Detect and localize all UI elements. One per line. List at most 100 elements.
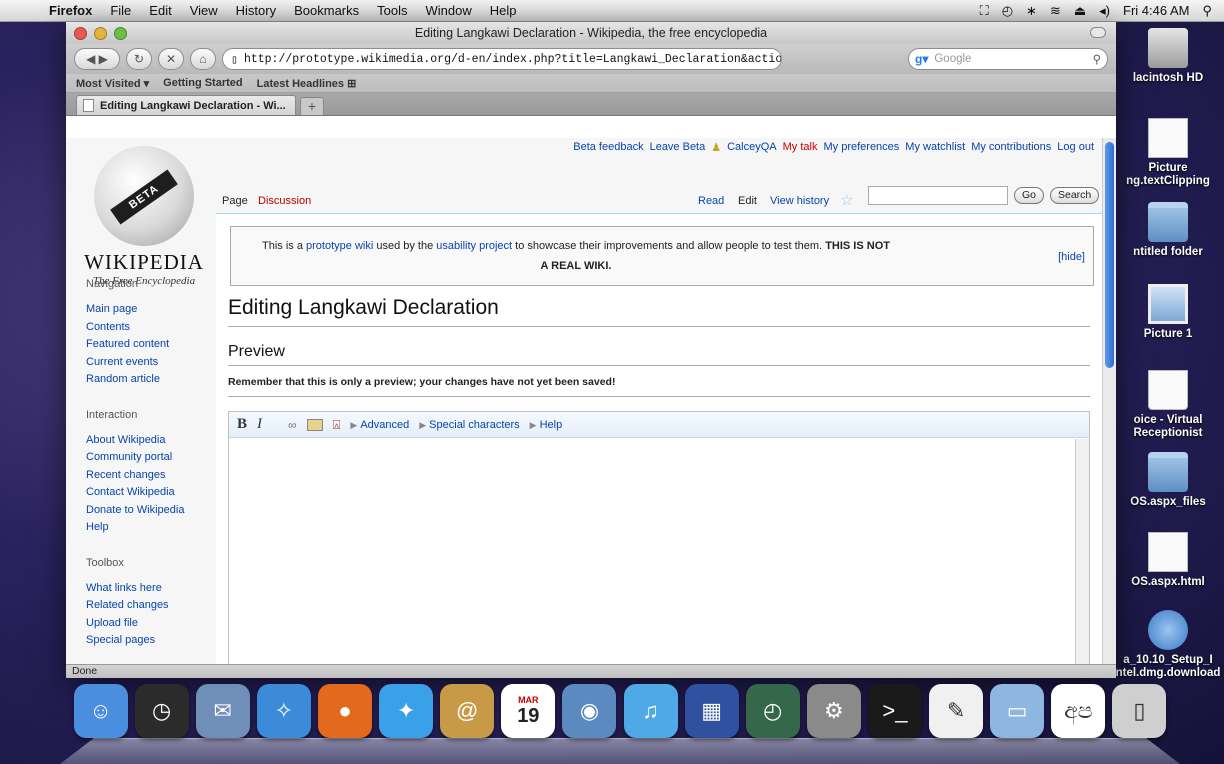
binoculars-icon[interactable]: ⛶ — [980, 3, 989, 19]
sidebar-item-special-pages[interactable]: Special pages — [86, 632, 216, 650]
reload-button[interactable]: ↻ — [126, 48, 152, 70]
textedit-icon[interactable]: ✎ — [929, 684, 984, 738]
sidebar-item-related-changes[interactable]: Related changes — [86, 597, 216, 615]
italic-button[interactable]: I — [257, 416, 262, 433]
tab-view-history[interactable]: View history — [770, 195, 829, 207]
sidebar-item-main-page[interactable]: Main page — [86, 301, 216, 319]
usability-project-link[interactable]: usability project — [436, 240, 512, 252]
sidebar-item-donate[interactable]: Donate to Wikipedia — [86, 502, 216, 520]
tab-read[interactable]: Read — [698, 195, 724, 207]
time-machine-icon[interactable]: ◴ — [745, 684, 800, 738]
sidebar-item-recent-changes[interactable]: Recent changes — [86, 467, 216, 485]
sidebar-item-contents[interactable]: Contents — [86, 319, 216, 337]
downloads-folder-icon[interactable]: ▭ — [990, 684, 1045, 738]
menu-firefox[interactable]: Firefox — [40, 3, 101, 18]
sidebar-item-community-portal[interactable]: Community portal — [86, 449, 216, 467]
address-book-icon[interactable]: @ — [440, 684, 495, 738]
zoom-window-button[interactable] — [114, 26, 127, 40]
search-placeholder[interactable]: Google — [934, 53, 971, 65]
bookmark-most-visited[interactable]: Most Visited ▾ — [76, 77, 149, 90]
page-scrollbar[interactable] — [1102, 138, 1116, 664]
desktop-icon-aspx-html[interactable]: OS.aspx.html — [1112, 532, 1224, 589]
advanced-toggle[interactable]: ▶ Advanced — [350, 419, 409, 431]
bold-button[interactable]: B — [237, 416, 247, 433]
log-out-link[interactable]: Log out — [1057, 141, 1094, 154]
textarea-scrollbar[interactable] — [1075, 439, 1089, 664]
minimize-window-button[interactable] — [94, 26, 107, 40]
help-toggle[interactable]: ▶ Help — [530, 419, 563, 431]
sidebar-item-upload-file[interactable]: Upload file — [86, 615, 216, 633]
beta-feedback-link[interactable]: Beta feedback — [573, 141, 643, 154]
sidebar-item-random-article[interactable]: Random article — [86, 371, 216, 389]
eject-icon[interactable]: ⏏ — [1074, 3, 1086, 19]
safari-icon[interactable]: ✧ — [256, 684, 311, 738]
my-watchlist-link[interactable]: My watchlist — [905, 141, 965, 154]
search-button[interactable]: Search — [1050, 187, 1100, 204]
menu-view[interactable]: View — [181, 3, 227, 18]
clock[interactable]: Fri 4:46 AM — [1123, 3, 1189, 18]
hide-notice-link[interactable]: [hide] — [1058, 251, 1085, 263]
search-bar[interactable]: g▾ Google ⚲ — [908, 48, 1108, 70]
tab-discussion[interactable]: Discussion — [258, 195, 311, 207]
wikitext-textarea[interactable] — [229, 439, 1075, 664]
spotlight-icon[interactable]: ⚲ — [1202, 3, 1212, 19]
forward-arrow-icon[interactable]: ▶ — [99, 52, 108, 66]
mail-icon[interactable]: ✉ — [195, 684, 250, 738]
dashboard-icon[interactable]: ◷ — [134, 684, 189, 738]
terminal-icon[interactable]: >_ — [867, 684, 922, 738]
my-contributions-link[interactable]: My contributions — [971, 141, 1051, 154]
spaces-icon[interactable]: ▦ — [684, 684, 739, 738]
wifi-icon[interactable]: ≋ — [1050, 3, 1061, 19]
prototype-wiki-link[interactable]: prototype wiki — [306, 240, 373, 252]
google-icon[interactable]: g▾ — [915, 52, 928, 66]
volume-icon[interactable]: ◂) — [1099, 3, 1110, 19]
close-window-button[interactable] — [74, 26, 87, 40]
search-icon[interactable]: ⚲ — [1093, 52, 1101, 66]
bookmark-latest-headlines[interactable]: Latest Headlines ⊞ — [257, 77, 357, 90]
wikipedia-logo[interactable]: BETA WIKIPEDIA The Free Encyclopedia — [84, 146, 204, 287]
bookmark-getting-started[interactable]: Getting Started — [163, 77, 242, 89]
itunes-icon[interactable]: ♫ — [623, 684, 678, 738]
menu-file[interactable]: File — [101, 3, 140, 18]
time-machine-menu-icon[interactable]: ◴ — [1002, 3, 1013, 19]
browser-tab-active[interactable]: Editing Langkawi Declaration - Wi... — [76, 95, 296, 115]
desktop-icon-archive[interactable]: oice - Virtual Receptionist — [1112, 370, 1224, 440]
network-icon[interactable]: ✦ — [379, 684, 434, 738]
stop-button[interactable]: ✕ — [158, 48, 184, 70]
tab-edit[interactable]: Edit — [738, 195, 757, 207]
sidebar-item-about[interactable]: About Wikipedia — [86, 432, 216, 450]
sidebar-item-contact[interactable]: Contact Wikipedia — [86, 484, 216, 502]
tab-page[interactable]: Page — [222, 195, 248, 207]
iphoto-icon[interactable]: ◉ — [562, 684, 617, 738]
menu-help[interactable]: Help — [481, 3, 526, 18]
new-tab-button[interactable]: + — [300, 97, 324, 115]
toolbar-toggle-button[interactable] — [1090, 27, 1106, 38]
insert-image-icon[interactable] — [306, 418, 323, 431]
menu-bookmarks[interactable]: Bookmarks — [285, 3, 368, 18]
my-talk-link[interactable]: My talk — [783, 141, 818, 154]
sidebar-item-current-events[interactable]: Current events — [86, 354, 216, 372]
desktop-icon-picture1[interactable]: Picture 1 — [1112, 284, 1224, 341]
username-link[interactable]: CalceyQA — [727, 141, 777, 154]
menu-window[interactable]: Window — [417, 3, 481, 18]
special-characters-toggle[interactable]: ▶ Special characters — [419, 419, 519, 431]
insert-reference-icon[interactable]: ⍓ — [333, 417, 341, 433]
menu-edit[interactable]: Edit — [140, 3, 180, 18]
system-preferences-icon[interactable]: ⚙ — [806, 684, 861, 738]
desktop-icon-download[interactable]: a_10.10_Setup_I ntel.dmg.download — [1112, 610, 1224, 680]
url-bar[interactable]: ▯ http://prototype.wikimedia.org/d-en/in… — [222, 48, 782, 70]
trash-icon[interactable]: ▯ — [1112, 684, 1167, 738]
insert-link-icon[interactable]: ∞ — [288, 418, 297, 432]
leave-beta-link[interactable]: Leave Beta — [650, 141, 706, 154]
ical-icon[interactable]: MAR 19 — [501, 684, 556, 738]
window-titlebar[interactable]: Editing Langkawi Declaration - Wikipedia… — [66, 22, 1116, 44]
firefox-icon[interactable]: ● — [317, 684, 372, 738]
go-button[interactable]: Go — [1014, 187, 1045, 204]
desktop-icon-hd[interactable]: lacintosh HD — [1112, 28, 1224, 85]
back-forward-button[interactable]: ◀ ▶ — [74, 48, 120, 70]
watch-star-icon[interactable]: ☆ — [840, 191, 853, 209]
finder-icon[interactable]: ☺ — [73, 684, 128, 738]
home-button[interactable]: ⌂ — [190, 48, 216, 70]
back-arrow-icon[interactable]: ◀ — [86, 52, 95, 66]
scrollbar-thumb[interactable] — [1105, 142, 1114, 368]
